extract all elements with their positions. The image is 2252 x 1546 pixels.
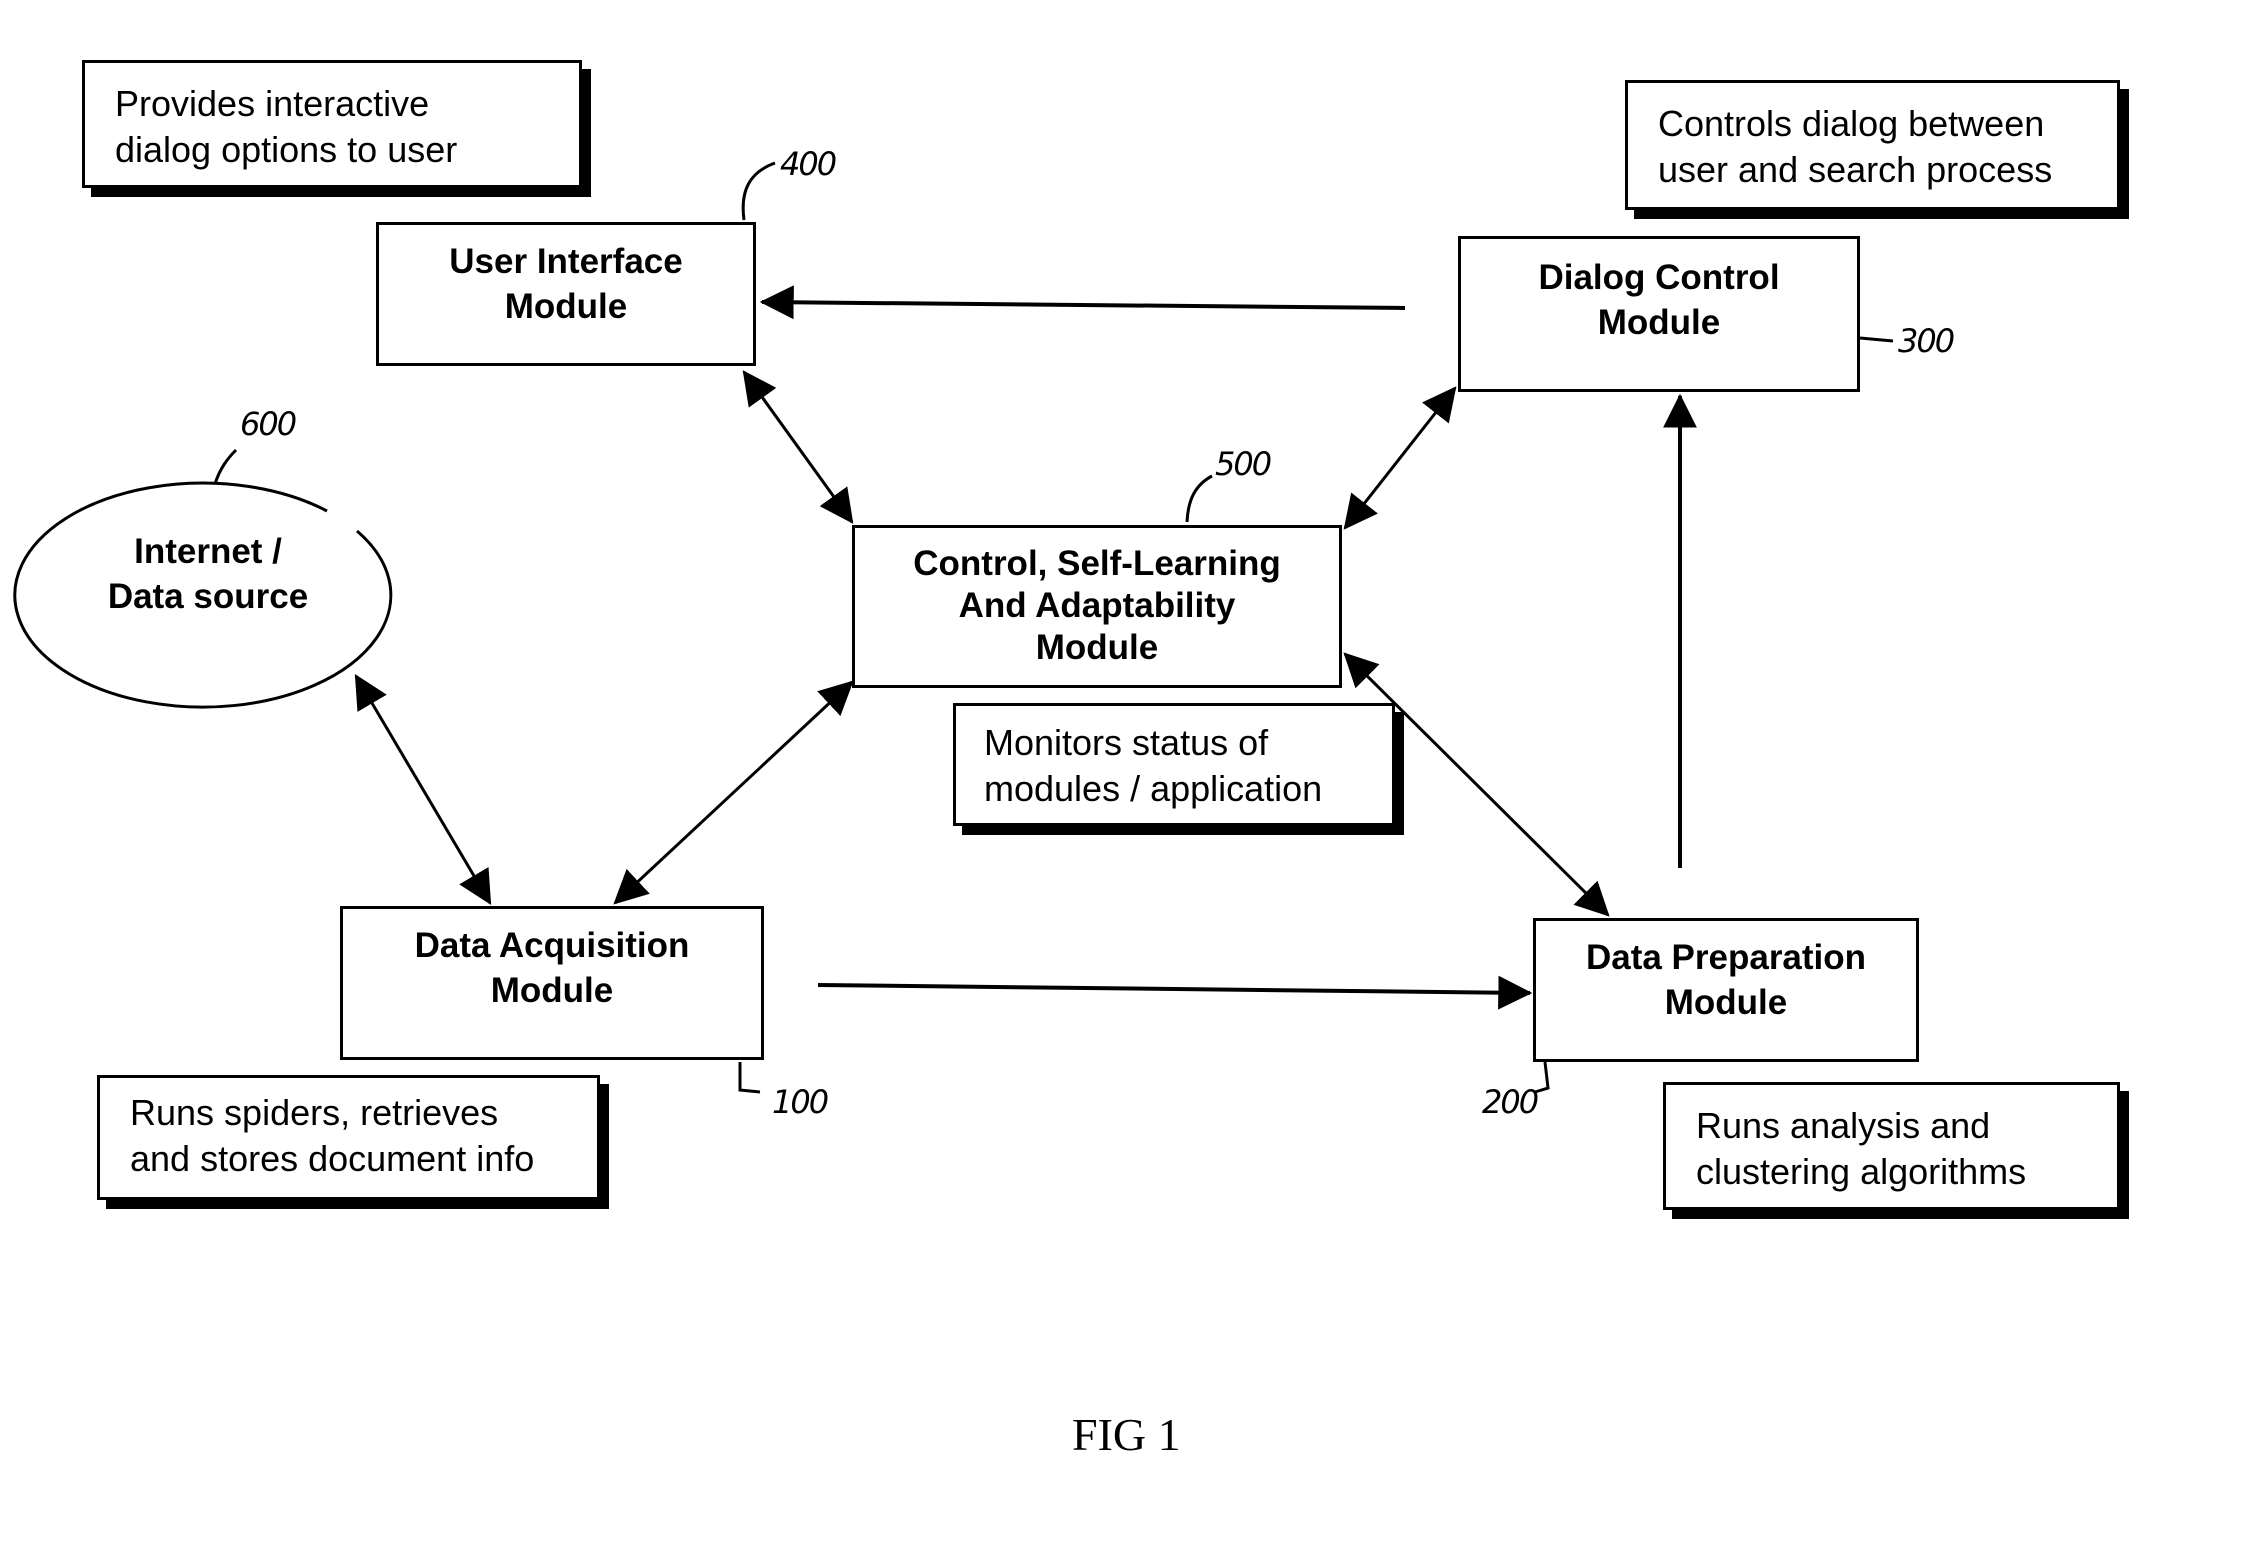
leader-100 bbox=[738, 1062, 761, 1094]
control-module-title-1: Control, Self-Learning bbox=[913, 544, 1281, 583]
data-preparation-module-title-2: Module bbox=[1664, 983, 1788, 1022]
note-line: modules / application bbox=[984, 768, 1323, 809]
arrow-ui-control bbox=[742, 370, 854, 524]
arrow-acquisition-control bbox=[613, 680, 854, 905]
data-source-label-1: Internet / bbox=[134, 532, 282, 571]
note-line: Controls dialog between bbox=[1658, 103, 2045, 144]
note-line: Monitors status of bbox=[984, 722, 1269, 763]
dialog-control-module-title-1: Dialog Control bbox=[1538, 258, 1780, 297]
leader-400 bbox=[741, 161, 776, 221]
arrow-acquisition-preparation bbox=[817, 975, 1533, 1010]
control-module-title-3: Module bbox=[1035, 628, 1159, 667]
note-line: dialog options to user bbox=[115, 129, 458, 170]
dialog-control-module: Dialog Control Module bbox=[1458, 236, 1860, 392]
data-preparation-module-title-1: Data Preparation bbox=[1585, 938, 1867, 977]
data-acquisition-module-title-2: Module bbox=[490, 971, 614, 1010]
note-control-center-text: Monitors status of modules / application bbox=[984, 720, 1322, 812]
note-data-preparation-text: Runs analysis and clustering algorithms bbox=[1696, 1103, 2026, 1195]
ref-numeral-300: 300 bbox=[1898, 322, 1955, 360]
ref-numeral-400: 400 bbox=[780, 145, 837, 183]
note-data-preparation: Runs analysis and clustering algorithms bbox=[1663, 1082, 2120, 1210]
note-line: Provides interactive bbox=[115, 83, 430, 124]
ref-numeral-200: 200 bbox=[1482, 1083, 1539, 1121]
user-interface-module: User Interface Module bbox=[376, 222, 756, 366]
ref-numeral-500: 500 bbox=[1215, 445, 1272, 483]
arrow-dialog-to-ui bbox=[759, 285, 1406, 320]
leader-300 bbox=[1859, 336, 1894, 343]
data-acquisition-module: Data Acquisition Module bbox=[340, 906, 764, 1060]
note-dialog-control-text: Controls dialog between user and search … bbox=[1658, 101, 2052, 193]
note-line: user and search process bbox=[1658, 149, 2053, 190]
data-source-label-2: Data source bbox=[107, 577, 309, 616]
note-user-interface: Provides interactive dialog options to u… bbox=[82, 60, 582, 188]
figure-caption: FIG 1 bbox=[1072, 1409, 1181, 1460]
data-preparation-module: Data Preparation Module bbox=[1533, 918, 1919, 1062]
arrow-dialog-control bbox=[1343, 386, 1457, 530]
control-self-learning-module: Control, Self-Learning And Adaptability … bbox=[852, 525, 1342, 688]
note-user-interface-text: Provides interactive dialog options to u… bbox=[115, 81, 457, 173]
control-module-title-2: And Adaptability bbox=[958, 586, 1236, 625]
note-control-center: Monitors status of modules / application bbox=[953, 703, 1395, 826]
note-line: clustering algorithms bbox=[1696, 1151, 2027, 1192]
note-line: Runs spiders, retrieves bbox=[130, 1092, 499, 1133]
dialog-control-module-title-2: Module bbox=[1597, 303, 1721, 342]
leader-500 bbox=[1185, 474, 1213, 523]
user-interface-module-title-1: User Interface bbox=[449, 242, 683, 281]
note-line: Runs analysis and bbox=[1696, 1105, 1991, 1146]
arrow-source-acquisition bbox=[354, 674, 492, 905]
note-data-acquisition: Runs spiders, retrieves and stores docum… bbox=[97, 1075, 600, 1200]
note-data-acquisition-text: Runs spiders, retrieves and stores docum… bbox=[130, 1090, 534, 1182]
note-dialog-control: Controls dialog between user and search … bbox=[1625, 80, 2120, 210]
ref-numeral-600: 600 bbox=[240, 405, 297, 443]
note-line: and stores document info bbox=[130, 1138, 535, 1179]
leader-600 bbox=[213, 448, 238, 485]
data-source-label: Internet / Data source bbox=[40, 529, 376, 619]
data-acquisition-module-title-1: Data Acquisition bbox=[414, 926, 690, 965]
ref-numeral-100: 100 bbox=[772, 1083, 829, 1121]
user-interface-module-title-2: Module bbox=[504, 287, 628, 326]
